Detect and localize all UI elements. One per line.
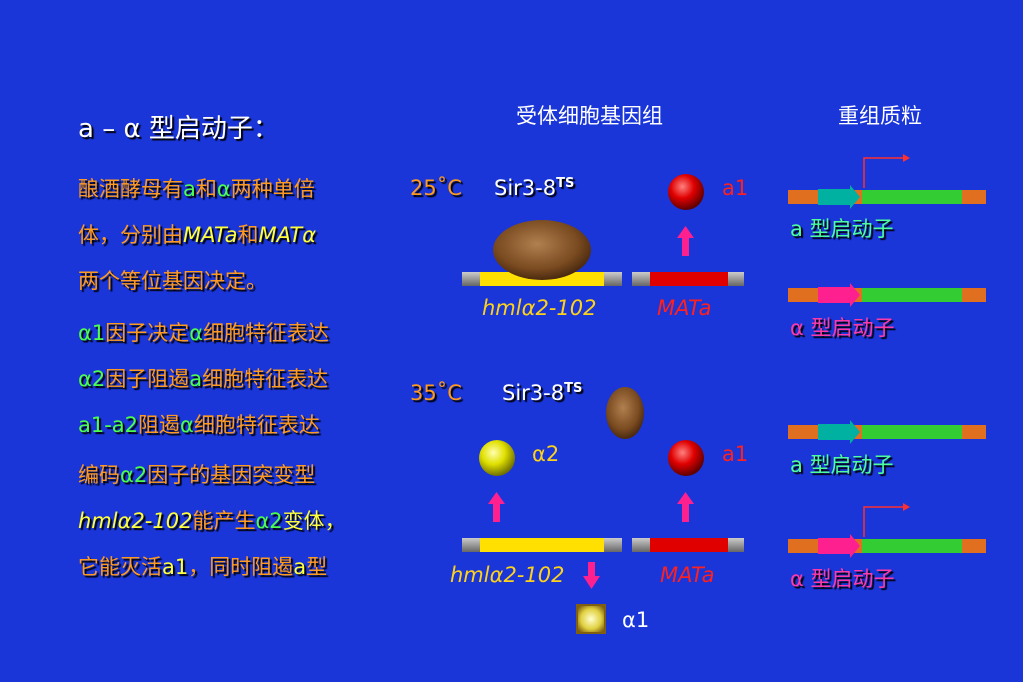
plasmid-1-label: a 型启动子: [790, 217, 894, 241]
gene-end-cap: [604, 272, 622, 286]
plasmid-4: [788, 503, 986, 558]
sir3-protein-blob: [493, 220, 591, 280]
sir3-label: Sir3-8TS: [494, 176, 574, 200]
mata-gene-bar: [650, 538, 728, 552]
gene-end-cap: [604, 538, 622, 552]
alpha-promoter-arrow-icon: [818, 534, 860, 558]
hml-gene-label: hmlα2-102: [450, 563, 565, 587]
plasmid-2-label: α 型启动子: [790, 316, 895, 340]
arrow-up-icon: [488, 492, 505, 504]
plasmid-3-label: a 型启动子: [790, 453, 894, 477]
alpha2-protein-ball: [479, 440, 515, 476]
gene-end-cap: [462, 538, 480, 552]
sir3-superscript: TS: [556, 176, 575, 191]
arrow-up-icon: [677, 226, 694, 238]
expression-arrow: [493, 502, 500, 522]
arrow-up-icon: [677, 492, 694, 504]
arrow-right-icon: [903, 503, 910, 511]
arrow-down-icon: [583, 576, 600, 589]
a1-label: a1: [722, 442, 749, 466]
sir3-text: Sir3-8: [502, 381, 565, 405]
plasmid-3: [788, 420, 986, 444]
plasmid-4-label: α 型启动子: [790, 567, 895, 591]
sir3-superscript: TS: [564, 381, 583, 396]
a-promoter-arrow-icon: [818, 420, 860, 444]
alpha1-protein-square: [576, 604, 606, 634]
plasmid-2: [788, 283, 986, 307]
plasmid-1: [788, 154, 986, 209]
alpha1-label: α1: [622, 608, 650, 632]
expression-arrow: [588, 562, 595, 578]
gene-end-cap: [728, 272, 744, 286]
mata-gene-label: MATa: [657, 296, 712, 320]
a1-protein-ball: [668, 174, 704, 210]
gene-end-cap: [728, 538, 744, 552]
temperature-label-25: 25˚C: [410, 176, 462, 200]
reporter-gene: [862, 539, 962, 553]
temperature-label-35: 35˚C: [410, 381, 462, 405]
mata-gene-label: MATa: [660, 563, 715, 587]
mata-gene-bar: [650, 272, 728, 286]
a1-protein-ball: [668, 440, 704, 476]
hml-gene-label: hmlα2-102: [482, 296, 597, 320]
expression-arrow: [682, 502, 689, 522]
a1-label: a1: [722, 176, 749, 200]
sir3-protein-blob: [606, 387, 644, 439]
sir3-label: Sir3-8TS: [502, 381, 582, 405]
gene-end-cap: [632, 272, 650, 286]
bottom-panel-genes: [462, 387, 744, 634]
gene-end-cap: [632, 538, 650, 552]
hml-gene-bar: [480, 538, 604, 552]
expression-arrow: [682, 236, 689, 256]
reporter-gene: [862, 190, 962, 204]
transcription-start-line: [863, 506, 905, 537]
alpha2-label: α2: [532, 442, 560, 466]
transcription-start-line: [863, 157, 905, 188]
reporter-gene: [862, 288, 962, 302]
arrow-right-icon: [903, 154, 910, 162]
reporter-gene: [862, 425, 962, 439]
alpha-promoter-arrow-icon: [818, 283, 860, 307]
sir3-text: Sir3-8: [494, 176, 557, 200]
a-promoter-arrow-icon: [818, 185, 860, 209]
gene-end-cap: [462, 272, 480, 286]
